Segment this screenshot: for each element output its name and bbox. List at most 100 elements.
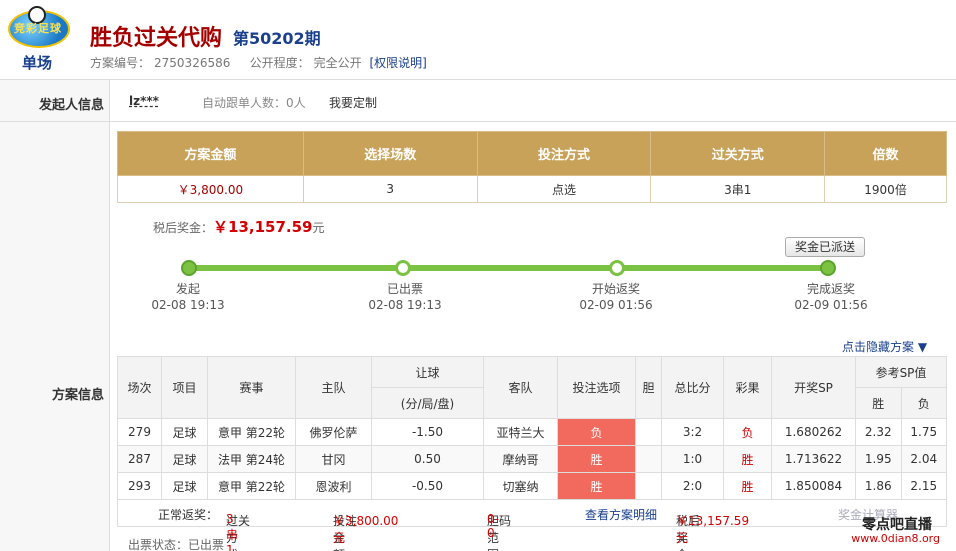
- cell-league: 法甲 第24轮: [207, 445, 296, 473]
- initiator-row: lz*** 自动跟单人数：0人 我要定制: [110, 80, 956, 122]
- summary-header: 方案金额: [117, 131, 304, 176]
- progress-node-return-start: [609, 260, 625, 276]
- cell-no: 293: [117, 472, 162, 500]
- cell-away: 摩纳哥: [483, 445, 558, 473]
- col-league: 赛事: [207, 356, 296, 419]
- cell-score: 3:2: [661, 418, 724, 446]
- cell-handicap: -1.50: [371, 418, 484, 446]
- cell-result: 胜: [723, 445, 772, 473]
- logo-text: 竞彩足球: [14, 22, 62, 35]
- plan-info-label: 方案信息: [52, 388, 105, 403]
- cell-home: 甘冈: [295, 445, 372, 473]
- cell-sp: 1.850084: [771, 472, 856, 500]
- cell-dan: [635, 472, 662, 500]
- col-away: 客队: [483, 356, 558, 419]
- custom-button[interactable]: 我要定制: [329, 94, 377, 111]
- site-watermark: 零点吧直播 www.0dian8.org: [820, 510, 954, 550]
- progress-step-name: 完成返奖: [806, 282, 855, 296]
- summary-value-row: ￥3,800.00 3 点选 3串1 1900倍: [117, 175, 947, 203]
- cell-pick: 胜: [557, 472, 636, 500]
- col-pick: 投注选项: [557, 356, 636, 419]
- plan-no: 2750326586: [154, 56, 231, 70]
- progress-node-ticketed: [395, 260, 411, 276]
- bet-method: 点选: [476, 175, 652, 203]
- cell-pick: 负: [557, 418, 636, 446]
- table-row: 287 足球 法甲 第24轮 甘冈 0.50 摩纳哥 胜 1:0 胜 1.713…: [117, 445, 947, 473]
- summary-header-row: 方案金额 选择场数 投注方式 过关方式 倍数: [117, 131, 947, 176]
- cell-win: 1.86: [855, 472, 902, 500]
- cell-league: 意甲 第22轮: [207, 418, 296, 446]
- cell-result: 胜: [723, 472, 772, 500]
- pass-method: 3串1: [650, 175, 826, 203]
- logo-subtitle: 单场: [22, 54, 53, 72]
- table-row: 279 足球 意甲 第22轮 佛罗伦萨 -1.50 亚特兰大 负 3:2 负 1…: [117, 418, 947, 446]
- progress-node-return-done: [820, 260, 836, 276]
- range-value: 0-0: [487, 512, 499, 540]
- cell-sp: 1.680262: [771, 418, 856, 446]
- publicity: 完全公开: [313, 56, 362, 70]
- cell-handicap: -0.50: [371, 472, 484, 500]
- prize-amount: ￥13,157.59: [213, 218, 313, 236]
- table-row: 293 足球 意甲 第22轮 恩波利 -0.50 切塞纳 胜 2:0 胜 1.8…: [117, 472, 947, 500]
- col-no: 场次: [117, 356, 162, 419]
- after-tax-prize: 税后奖金：￥13,157.59元: [153, 216, 325, 237]
- publicity-label: 公开程度：: [249, 56, 310, 70]
- col-dan: 胆: [635, 356, 662, 419]
- cell-item: 足球: [161, 472, 208, 500]
- cell-sp: 1.713622: [771, 445, 856, 473]
- tax-value: ￥13,157.59元: [676, 514, 750, 545]
- permission-link[interactable]: [权限说明]: [370, 56, 427, 70]
- col-handicap-sub: (分/局/盘): [371, 387, 484, 419]
- cell-lose: 1.75: [900, 418, 947, 446]
- cell-win: 1.95: [855, 445, 902, 473]
- cell-item: 足球: [161, 418, 208, 446]
- cell-result: 负: [723, 418, 772, 446]
- issue-number: 第50202期: [233, 29, 321, 48]
- progress-step-time: 02-09 01:56: [794, 298, 868, 312]
- col-item: 项目: [161, 356, 208, 419]
- lottery-logo: 竞彩足球 单场: [4, 4, 74, 74]
- summary-header: 选择场数: [302, 131, 478, 176]
- auto-follow-count: 自动跟单人数：0人: [202, 96, 306, 110]
- cell-dan: [635, 445, 662, 473]
- pass-value: 3串1: [226, 512, 239, 551]
- col-lose: 负: [900, 387, 947, 419]
- cell-no: 279: [117, 418, 162, 446]
- summary-table: 方案金额 选择场数 投注方式 过关方式 倍数 ￥3,800.00 3 点选 3串…: [117, 131, 947, 203]
- watermark-url: www.0dian8.org: [851, 532, 940, 545]
- plan-meta: 方案编号： 2750326586 公开程度： 完全公开 [权限说明]: [90, 54, 427, 71]
- progress-track: [188, 265, 828, 271]
- cell-score: 1:0: [661, 445, 724, 473]
- initiator-user[interactable]: lz***: [129, 94, 159, 108]
- cell-home: 佛罗伦萨: [295, 418, 372, 446]
- cell-league: 意甲 第22轮: [207, 472, 296, 500]
- page-header: 竞彩足球 单场 胜负过关代购 第50202期 方案编号： 2750326586 公…: [0, 0, 956, 80]
- col-sp: 开奖SP: [771, 356, 856, 419]
- col-handicap: 让球: [371, 356, 484, 388]
- prize-label: 税后奖金：: [153, 221, 214, 235]
- progress-step-time: 02-08 19:13: [368, 298, 442, 312]
- prize-sent-button[interactable]: 奖金已派送: [785, 237, 865, 257]
- page-title: 胜负过关代购: [90, 25, 223, 51]
- cell-no: 287: [117, 445, 162, 473]
- normal-return-label: 正常返奖：: [158, 508, 219, 522]
- cell-away: 亚特兰大: [483, 418, 558, 446]
- progress-node-start: [181, 260, 197, 276]
- summary-header: 投注方式: [476, 131, 652, 176]
- match-count: 3: [302, 175, 478, 203]
- left-label-column: [0, 80, 110, 551]
- view-detail-link[interactable]: 查看方案明细: [585, 506, 657, 523]
- col-home: 主队: [295, 356, 372, 419]
- watermark-title: 零点吧直播: [862, 517, 932, 533]
- progress-step: 发起 02-08 19:13: [128, 281, 248, 313]
- summary-header: 过关方式: [650, 131, 826, 176]
- summary-header: 倍数: [824, 131, 947, 176]
- cell-item: 足球: [161, 445, 208, 473]
- cell-handicap: 0.50: [371, 445, 484, 473]
- cell-win: 2.32: [855, 418, 902, 446]
- cell-dan: [635, 418, 662, 446]
- col-win: 胜: [855, 387, 902, 419]
- cell-away: 切塞纳: [483, 472, 558, 500]
- progress-step: 开始返奖 02-09 01:56: [556, 281, 676, 313]
- hide-plan-link[interactable]: 点击隐藏方案 ▼: [842, 338, 927, 355]
